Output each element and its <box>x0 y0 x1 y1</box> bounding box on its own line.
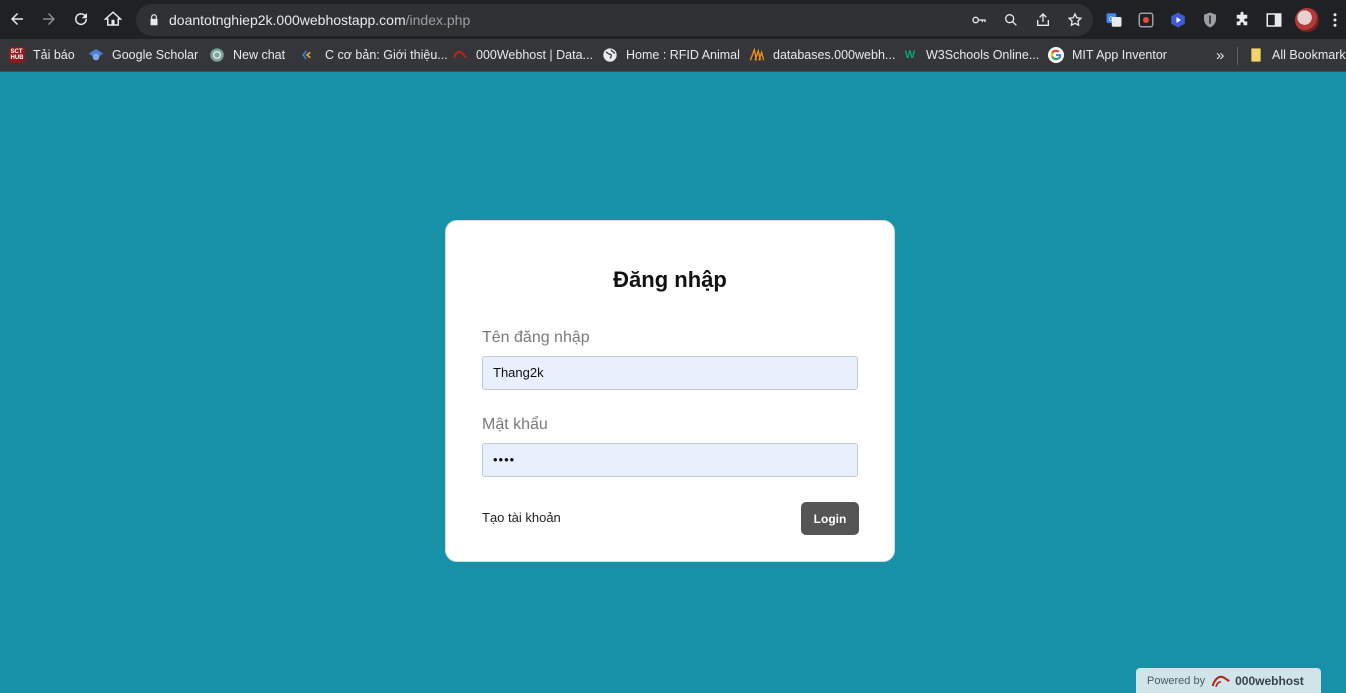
screen-record-icon[interactable] <box>1136 10 1156 30</box>
bookmark-google-scholar[interactable]: Google Scholar <box>88 46 198 64</box>
bookmark-rfid-animal[interactable]: Home : RFID Animal <box>602 46 740 64</box>
play-extension-icon[interactable] <box>1168 10 1188 30</box>
login-button[interactable]: Login <box>801 502 859 535</box>
bookmark-databases-000webhost[interactable]: databases.000webh... <box>749 46 895 64</box>
bookmark-new-chat[interactable]: New chat <box>209 46 285 64</box>
zoom-icon[interactable] <box>1002 11 1020 29</box>
bookmark-label: MIT App Inventor <box>1072 48 1167 62</box>
bookmark-label: C cơ bản: Giới thiệu... <box>325 48 448 62</box>
bookmark-label: Home : RFID Animal <box>626 48 740 62</box>
url-host: doantotnghiep2k.000webhostapp.com <box>169 12 406 28</box>
bookmark-tai-bao[interactable]: SCT HUB Tải báo <box>9 46 75 64</box>
bookmarks-overflow-button[interactable]: » <box>1216 46 1224 64</box>
login-card: Đăng nhập Tên đăng nhập Thang2k Mật khẩu… <box>445 220 895 562</box>
translate-extension-icon[interactable]: G <box>1104 10 1124 30</box>
bookmark-mit-app-inventor[interactable]: MIT App Inventor <box>1048 46 1167 64</box>
powered-by-badge[interactable]: Powered by 000webhost <box>1136 668 1321 693</box>
webhost-logo-icon <box>1211 675 1230 687</box>
bookmark-label: databases.000webh... <box>773 48 896 62</box>
shield-icon[interactable] <box>1200 10 1220 30</box>
browser-toolbar: doantotnghiep2k.000webhostapp.com/index.… <box>0 0 1346 39</box>
url-path: /index.php <box>405 12 471 28</box>
scholar-cap-icon <box>88 47 104 63</box>
create-account-link[interactable]: Tạo tài khoản <box>482 510 561 525</box>
forward-arrow-icon[interactable] <box>38 8 60 30</box>
key-icon[interactable] <box>970 11 988 29</box>
lock-icon[interactable] <box>147 13 161 27</box>
globe-icon <box>602 47 618 63</box>
bookmark-label: New chat <box>233 48 286 62</box>
bookmark-label: Tải báo <box>33 48 75 62</box>
bookmark-star-icon[interactable] <box>1066 11 1084 29</box>
bookmark-label: W3Schools Online... <box>926 48 1040 62</box>
url-text[interactable]: doantotnghiep2k.000webhostapp.com/index.… <box>169 12 470 28</box>
bookmark-label: 000Webhost | Data... <box>476 48 593 62</box>
sct-hub-icon: SCT HUB <box>9 47 25 63</box>
page-title: Đăng nhập <box>613 267 727 292</box>
menu-kebab-icon[interactable] <box>1329 10 1341 30</box>
username-label: Tên đăng nhập <box>482 329 590 346</box>
side-panel-icon[interactable] <box>1264 10 1284 30</box>
c-lang-icon <box>301 47 317 63</box>
reload-icon[interactable] <box>70 8 92 30</box>
svg-text:G: G <box>1109 17 1114 23</box>
bookmark-000webhost-data[interactable]: 000Webhost | Data... <box>452 46 593 64</box>
all-bookmarks-label: All Bookmarks <box>1272 48 1346 62</box>
password-field[interactable]: •••• <box>482 443 858 477</box>
chevron-double-right-icon: » <box>1216 46 1225 64</box>
bookmark-c-co-ban[interactable]: C cơ bản: Giới thiệu... <box>301 46 448 64</box>
bookmarks-divider <box>1237 47 1238 65</box>
share-icon[interactable] <box>1034 11 1052 29</box>
bookmark-w3schools[interactable]: W W3Schools Online... <box>902 46 1039 64</box>
home-icon[interactable] <box>102 8 124 30</box>
username-field[interactable]: Thang2k <box>482 356 858 390</box>
password-label: Mật khẩu <box>482 416 548 433</box>
phpmyadmin-icon <box>749 47 765 63</box>
webhost-icon <box>452 47 468 63</box>
google-icon <box>1048 47 1064 63</box>
back-arrow-icon[interactable] <box>6 8 28 30</box>
bookmarks-bar: SCT HUB Tải báo Google Scholar New chat C… <box>0 39 1346 72</box>
all-bookmarks-folder[interactable]: All Bookmarks <box>1248 46 1346 64</box>
powered-by-text: Powered by <box>1147 674 1206 687</box>
extensions-puzzle-icon[interactable] <box>1232 10 1252 30</box>
profile-avatar[interactable] <box>1295 8 1319 32</box>
chatgpt-icon <box>209 47 225 63</box>
folder-icon <box>1248 47 1264 63</box>
w3schools-icon: W <box>904 49 916 61</box>
bookmark-label: Google Scholar <box>112 48 199 62</box>
address-bar[interactable]: doantotnghiep2k.000webhostapp.com/index.… <box>136 4 1093 36</box>
powered-by-brand: 000webhost <box>1235 673 1304 688</box>
